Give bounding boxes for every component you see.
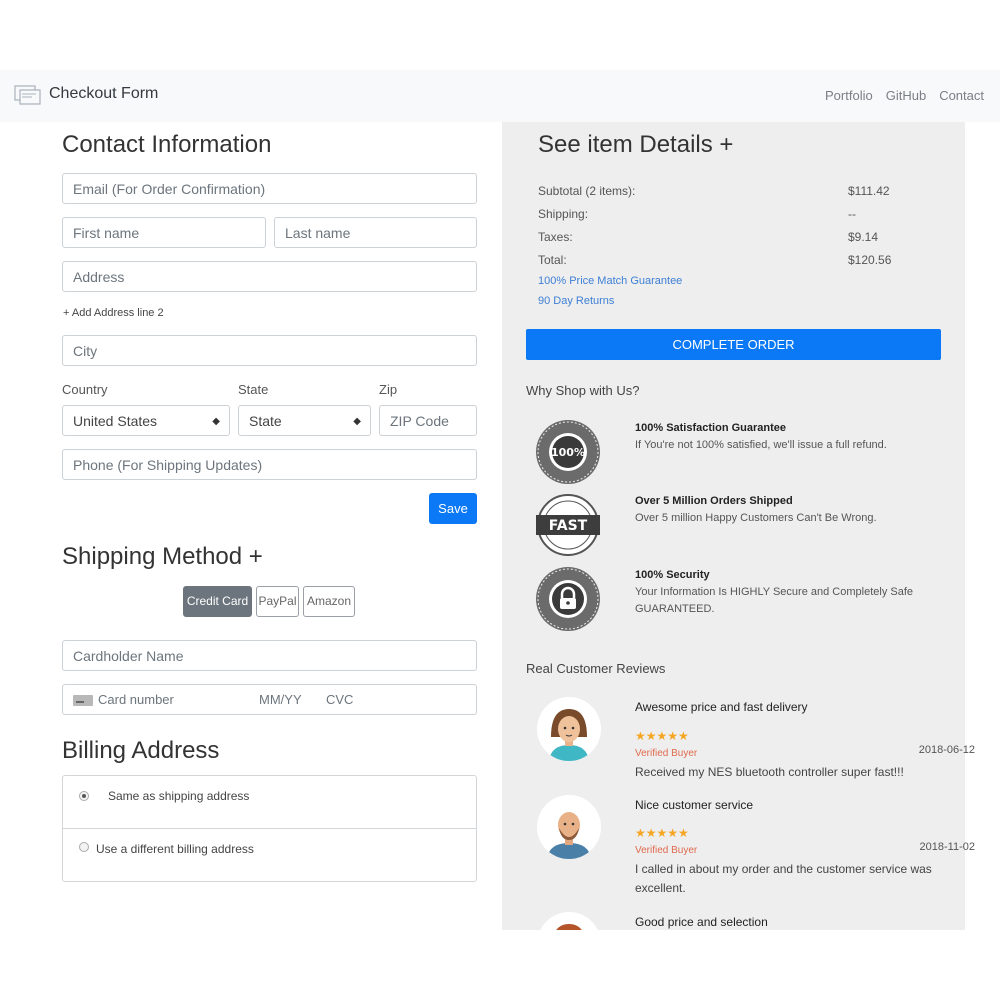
same-address-radio[interactable]	[79, 791, 89, 801]
country-select-value: United States	[73, 413, 158, 429]
checkout-page: Checkout Form Portfolio GitHub Contact C…	[0, 0, 1000, 1000]
star-rating: ★★★★★	[635, 826, 689, 840]
paypal-button[interactable]: PayPal	[256, 586, 299, 617]
select-arrows-icon: ◆	[212, 416, 220, 427]
nav-link-contact[interactable]: Contact	[939, 88, 984, 103]
save-button[interactable]: Save	[429, 493, 477, 524]
review-date: 2018-06-12	[918, 744, 975, 756]
nav-link-portfolio[interactable]: Portfolio	[825, 88, 873, 103]
taxes-value: $9.14	[848, 230, 879, 244]
amazon-button[interactable]: Amazon	[303, 586, 355, 617]
avatar	[537, 795, 601, 859]
checkout-form-logo-icon	[14, 85, 41, 105]
billing-address-title: Billing Address	[62, 737, 220, 764]
cvc-placeholder[interactable]: CVC	[326, 691, 353, 709]
avatar	[537, 697, 601, 761]
feature-satisfaction-title: 100% Satisfaction Guarantee	[635, 422, 787, 434]
review-date: 2018-11-02	[919, 841, 975, 853]
shipping-value: --	[848, 207, 856, 221]
navbar: Checkout Form Portfolio GitHub Contact	[0, 70, 1000, 122]
credit-card-button[interactable]: Credit Card	[183, 586, 252, 617]
address-field[interactable]: Address	[62, 261, 477, 292]
shipping-method-title[interactable]: Shipping Method +	[62, 543, 263, 571]
country-label: Country	[62, 382, 108, 397]
complete-order-button[interactable]: COMPLETE ORDER	[526, 329, 941, 360]
item-details-title[interactable]: See item Details +	[538, 131, 733, 159]
state-label: State	[238, 382, 269, 397]
total-value: $120.56	[848, 253, 892, 267]
nav-links: Portfolio GitHub Contact	[825, 88, 984, 103]
state-select-value: State	[249, 413, 282, 429]
returns-link[interactable]: 90 Day Returns	[538, 295, 614, 307]
feature-security-title: 100% Security	[635, 569, 710, 581]
verified-buyer-label: Verified Buyer	[635, 845, 698, 856]
zip-field[interactable]: ZIP Code	[379, 405, 477, 436]
different-address-radio[interactable]	[79, 842, 89, 852]
female-avatar-icon	[537, 697, 601, 761]
review-title: Awesome price and fast delivery	[635, 700, 808, 714]
country-select[interactable]: United States ◆	[62, 405, 230, 436]
fast-shipping-badge-icon: FAST	[536, 494, 600, 556]
badge-100-text: 100%	[551, 446, 585, 459]
email-field[interactable]: Email (For Order Confirmation)	[62, 173, 477, 204]
price-match-link[interactable]: 100% Price Match Guarantee	[538, 275, 682, 287]
card-number-placeholder[interactable]: Card number	[98, 691, 174, 709]
first-name-field[interactable]: First name	[62, 217, 266, 248]
different-address-label[interactable]: Use a different billing address	[96, 842, 254, 856]
credit-card-icon	[73, 695, 93, 706]
feature-security-desc: Your Information Is HIGHLY Secure and Co…	[635, 586, 913, 615]
subtotal-label: Subtotal (2 items):	[538, 184, 636, 198]
nav-link-github[interactable]: GitHub	[886, 88, 926, 103]
taxes-label: Taxes:	[538, 230, 573, 244]
billing-divider	[63, 828, 476, 829]
total-label: Total:	[538, 253, 567, 267]
feature-satisfaction-desc: If You're not 100% satisfied, we'll issu…	[635, 439, 887, 451]
review-text: Received my NES bluetooth controller sup…	[635, 765, 904, 779]
star-rating: ★★★★★	[635, 729, 689, 743]
card-details-field[interactable]: Card number MM/YY CVC	[62, 684, 477, 715]
ssl-secure-badge-icon	[536, 567, 600, 631]
review-title: Nice customer service	[635, 798, 754, 812]
state-select[interactable]: State ◆	[238, 405, 371, 436]
contact-information-title: Contact Information	[62, 131, 272, 158]
review-text: I called in about my order and the custo…	[635, 862, 932, 895]
verified-buyer-label: Verified Buyer	[635, 748, 698, 759]
male-avatar-icon	[537, 795, 601, 859]
feature-orders-title: Over 5 Million Orders Shipped	[635, 495, 793, 507]
shipping-label: Shipping:	[538, 207, 589, 221]
zip-label: Zip	[379, 382, 398, 397]
cardholder-name-field[interactable]: Cardholder Name	[62, 640, 477, 671]
same-address-label[interactable]: Same as shipping address	[108, 789, 249, 803]
expiry-placeholder[interactable]: MM/YY	[259, 691, 302, 709]
navbar-brand[interactable]: Checkout Form	[49, 85, 158, 103]
billing-options: Same as shipping address Use a different…	[62, 775, 477, 882]
review-title: Good price and selection	[635, 915, 768, 929]
badge-fast-text: FAST	[549, 518, 588, 534]
select-arrows-icon: ◆	[353, 416, 361, 427]
add-address-line-2-link[interactable]: + Add Address line 2	[63, 307, 164, 319]
avatar-clip	[537, 912, 601, 930]
reviews-title: Real Customer Reviews	[526, 661, 666, 676]
feature-orders-desc: Over 5 million Happy Customers Can't Be …	[635, 512, 877, 524]
city-field[interactable]: City	[62, 335, 477, 366]
phone-field[interactable]: Phone (For Shipping Updates)	[62, 449, 477, 480]
last-name-field[interactable]: Last name	[274, 217, 477, 248]
money-back-badge-icon: 100%	[536, 420, 600, 484]
subtotal-value: $111.42	[848, 184, 890, 198]
avatar-icon	[540, 912, 598, 930]
why-shop-title: Why Shop with Us?	[526, 383, 640, 398]
